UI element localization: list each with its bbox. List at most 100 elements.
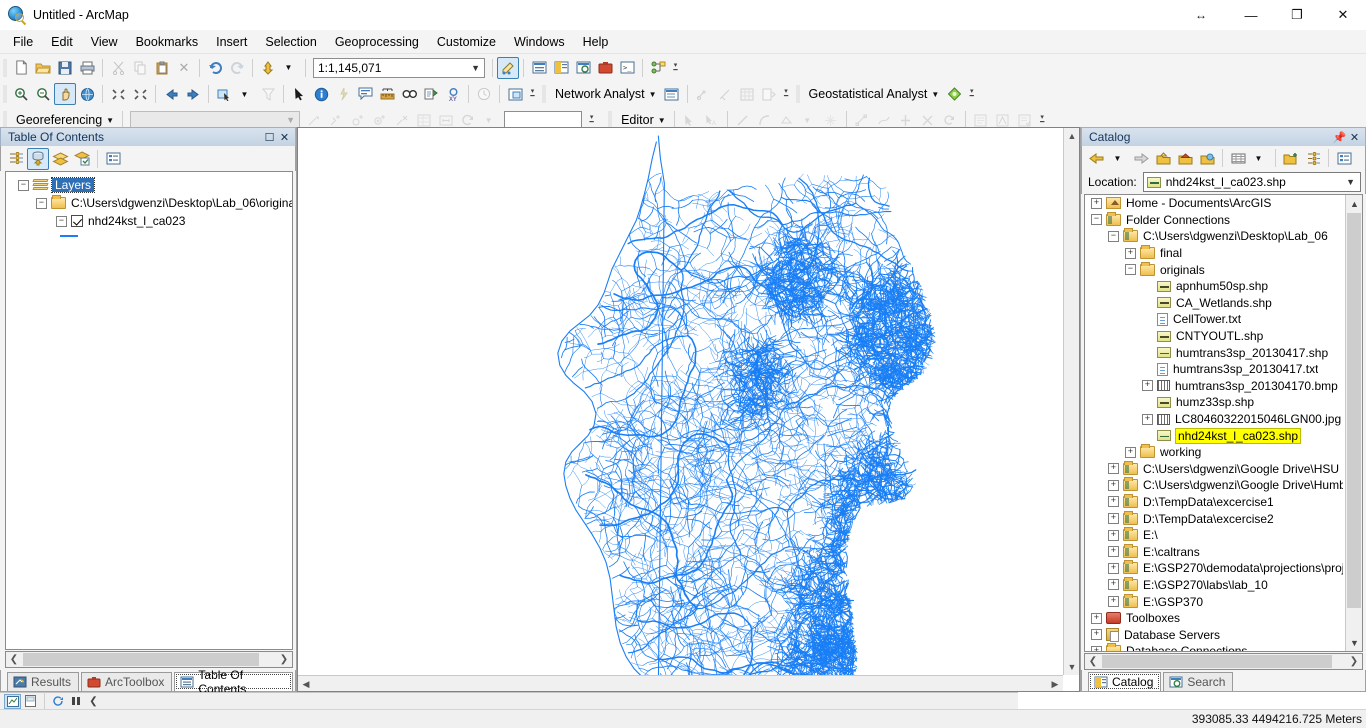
map-vertical-scrollbar[interactable]: ▲ ▼ xyxy=(1063,128,1079,675)
scroll-up-icon[interactable]: ▲ xyxy=(1064,128,1079,144)
chevron-down-icon[interactable]: ▼ xyxy=(106,116,114,125)
search-window-button[interactable] xyxy=(572,57,594,79)
catalog-window-button[interactable] xyxy=(550,57,572,79)
save-map-button[interactable] xyxy=(54,57,76,79)
menu-edit[interactable]: Edit xyxy=(42,31,82,53)
paste-button[interactable] xyxy=(151,57,173,79)
arctoolbox-button[interactable] xyxy=(594,57,616,79)
toolbar-grip[interactable] xyxy=(3,59,7,77)
hyperlink-button[interactable] xyxy=(332,83,354,105)
catalog-tree-item[interactable]: +working xyxy=(1085,444,1345,461)
scroll-up-icon[interactable]: ▲ xyxy=(1346,195,1363,212)
scroll-thumb[interactable] xyxy=(1102,655,1332,668)
catalog-tree-item[interactable]: humtrans3sp_20130417.shp xyxy=(1085,344,1345,361)
menu-insert[interactable]: Insert xyxy=(207,31,256,53)
auto-hide-icon[interactable]: ☐ xyxy=(262,130,277,145)
up-one-level-button[interactable] xyxy=(1152,147,1174,169)
print-button[interactable] xyxy=(76,57,98,79)
expander-icon[interactable]: + xyxy=(1108,546,1119,557)
find-button[interactable] xyxy=(398,83,420,105)
contents-view-button[interactable] xyxy=(1227,147,1249,169)
expander-icon[interactable]: − xyxy=(1108,231,1119,242)
menu-bookmarks[interactable]: Bookmarks xyxy=(127,31,208,53)
menu-geoprocessing[interactable]: Geoprocessing xyxy=(326,31,428,53)
copy-button[interactable] xyxy=(129,57,151,79)
expander-icon[interactable]: + xyxy=(1108,480,1119,491)
pan-button[interactable] xyxy=(54,83,76,105)
catalog-tree-item[interactable]: +C:\Users\dgwenzi\Google Drive\Humboldt_… xyxy=(1085,477,1345,494)
expander-icon[interactable]: + xyxy=(1108,596,1119,607)
scroll-left-icon[interactable]: ❮ xyxy=(6,654,22,665)
add-data-button[interactable] xyxy=(257,57,279,79)
fixed-zoom-in-button[interactable] xyxy=(107,83,129,105)
expander-icon[interactable]: + xyxy=(1108,463,1119,474)
go-to-xy-button[interactable]: XY xyxy=(442,83,464,105)
network-analyst-menu[interactable]: Network Analyst xyxy=(549,87,648,101)
layer-visibility-checkbox[interactable] xyxy=(71,215,83,227)
catalog-tree[interactable]: +Home - Documents\ArcGIS−Folder Connecti… xyxy=(1084,194,1363,652)
catalog-tree-item[interactable]: nhd24kst_l_ca023.shp xyxy=(1085,427,1345,444)
tab-table-of-contents[interactable]: Table Of Contents xyxy=(174,672,293,691)
create-viewer-window-button[interactable] xyxy=(504,83,526,105)
catalog-tree-item[interactable]: apnhum50sp.shp xyxy=(1085,278,1345,295)
expander-icon[interactable]: + xyxy=(1108,563,1119,574)
tab-results[interactable]: Results xyxy=(7,672,79,691)
catalog-tree-item[interactable]: +C:\Users\dgwenzi\Google Drive\HSU resea… xyxy=(1085,461,1345,478)
catalog-horizontal-scrollbar[interactable]: ❮ ❯ xyxy=(1084,653,1363,670)
na-solve-button[interactable] xyxy=(736,83,758,105)
back-dropdown[interactable]: ▼ xyxy=(1108,147,1130,169)
menu-customize[interactable]: Customize xyxy=(428,31,505,53)
menu-view[interactable]: View xyxy=(82,31,127,53)
menu-selection[interactable]: Selection xyxy=(256,31,325,53)
expander-icon[interactable]: + xyxy=(1142,380,1153,391)
geostatistical-analyst-menu[interactable]: Geostatistical Analyst xyxy=(803,87,931,101)
catalog-vertical-scrollbar[interactable]: ▲ ▼ xyxy=(1345,195,1362,651)
catalog-tree-item[interactable]: CellTower.txt xyxy=(1085,311,1345,328)
expander-icon[interactable]: + xyxy=(1091,646,1102,651)
scroll-left-icon[interactable]: ❮ xyxy=(1085,656,1101,667)
catalog-tree-item[interactable]: −C:\Users\dgwenzi\Desktop\Lab_06 xyxy=(1085,228,1345,245)
catalog-tree-item[interactable]: +humtrans3sp_201304170.bmp xyxy=(1085,378,1345,395)
map-canvas[interactable]: ▲ ▼ ◀ ▶ xyxy=(298,128,1079,691)
menu-help[interactable]: Help xyxy=(574,31,618,53)
zoom-in-button[interactable] xyxy=(10,83,32,105)
catalog-tree-item[interactable]: humz33sp.shp xyxy=(1085,394,1345,411)
georeferencing-menu[interactable]: Georeferencing xyxy=(10,113,105,127)
auto-hide-pin-icon[interactable]: 📌 xyxy=(1332,130,1347,145)
expander-icon[interactable]: + xyxy=(1091,629,1102,640)
close-button[interactable]: ✕ xyxy=(1320,0,1366,30)
expander-icon[interactable]: − xyxy=(36,198,47,209)
select-features-button[interactable] xyxy=(213,83,235,105)
list-by-source-button[interactable] xyxy=(27,148,49,170)
toc-tree-item-layer[interactable]: − nhd24kst_l_ca023 xyxy=(6,212,292,230)
toc-tree-item-layers[interactable]: − Layers xyxy=(6,176,292,194)
clear-selection-button[interactable] xyxy=(257,83,279,105)
python-window-button[interactable]: >_ xyxy=(616,57,638,79)
go-back-extent-button[interactable] xyxy=(160,83,182,105)
na-add-location-button[interactable] xyxy=(692,83,714,105)
toolbar-overflow[interactable]: ▾━ xyxy=(967,84,976,104)
scroll-thumb[interactable] xyxy=(1347,213,1361,608)
na-build-network-button[interactable] xyxy=(714,83,736,105)
tab-catalog[interactable]: Catalog xyxy=(1088,672,1161,691)
list-by-visibility-button[interactable] xyxy=(49,148,71,170)
catalog-tree-item[interactable]: +E:\caltrans xyxy=(1085,543,1345,560)
expander-icon[interactable]: − xyxy=(1091,214,1102,225)
forward-button[interactable] xyxy=(1130,147,1152,169)
map-horizontal-scrollbar[interactable]: ◀ ▶ xyxy=(298,675,1063,691)
catalog-tree-item[interactable]: CA_Wetlands.shp xyxy=(1085,295,1345,312)
catalog-tree-item[interactable]: +D:\TempData\excercise2 xyxy=(1085,510,1345,527)
add-data-dropdown[interactable]: ▼ xyxy=(279,57,301,79)
chevron-down-icon[interactable]: ▼ xyxy=(931,90,939,99)
new-connection-button[interactable] xyxy=(1280,147,1302,169)
scroll-left-icon[interactable]: ◀ xyxy=(298,676,314,692)
catalog-tree-item[interactable]: +E:\GSP370 xyxy=(1085,593,1345,610)
resize-icon[interactable]: ↔ xyxy=(1174,0,1228,30)
list-by-selection-button[interactable] xyxy=(71,148,93,170)
expander-icon[interactable]: + xyxy=(1125,447,1136,458)
catalog-tree-item[interactable]: +Database Connections xyxy=(1085,643,1345,651)
select-elements-button[interactable] xyxy=(288,83,310,105)
scroll-down-icon[interactable]: ▼ xyxy=(1064,659,1079,675)
tab-arctoolbox[interactable]: ArcToolbox xyxy=(81,672,172,691)
catalog-tree-item[interactable]: +Database Servers xyxy=(1085,626,1345,643)
